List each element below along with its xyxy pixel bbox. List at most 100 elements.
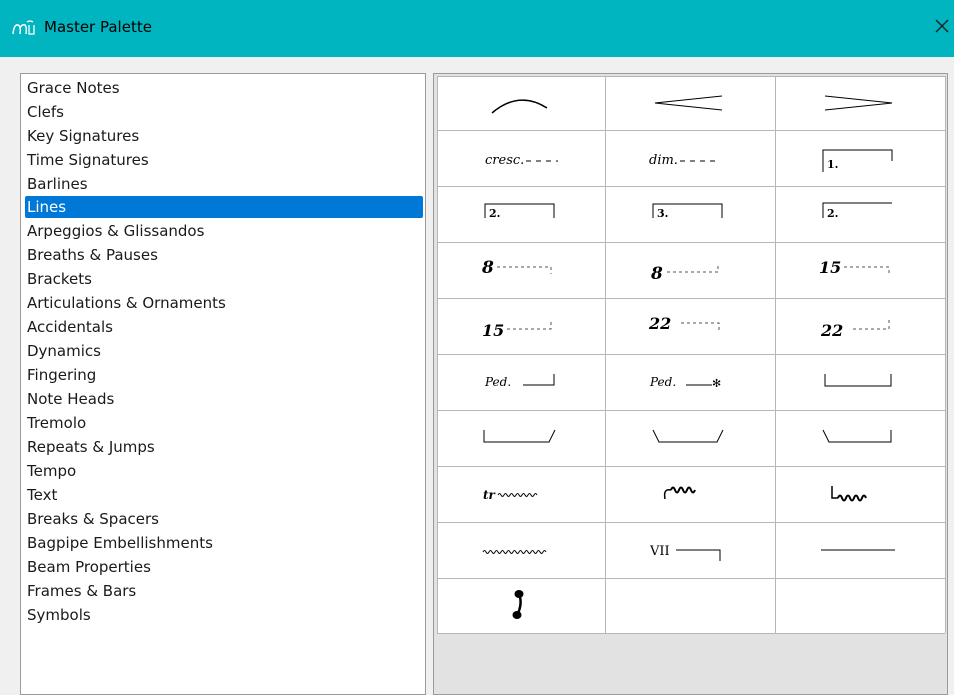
ottava-8vb-number: 8 xyxy=(650,264,663,284)
palette-cell-pedal-bracket-angled-start[interactable] xyxy=(775,410,944,465)
palette-cell-diminuendo-hairpin[interactable] xyxy=(775,76,944,131)
volta-1-icon: 1. xyxy=(822,149,893,172)
upprall-line-icon xyxy=(663,486,696,500)
palette-cell-ottava-22mb[interactable]: 22 xyxy=(775,298,944,353)
ottava-22ma-icon: 22 xyxy=(648,314,720,333)
ottava-22ma-number: 22 xyxy=(648,314,671,333)
cresc-line-icon: cresc. xyxy=(485,153,558,168)
palette-cell-ottava-15mb[interactable]: 15 xyxy=(437,298,606,353)
dim-line-icon: dim. xyxy=(649,153,719,168)
category-key-signatures[interactable]: Key Signatures xyxy=(27,125,139,147)
ottava-8vb-icon: 8 xyxy=(650,264,719,284)
category-arpeggios-glissandos[interactable]: Arpeggios & Glissandos xyxy=(27,220,204,242)
category-frames-bars[interactable]: Frames & Bars xyxy=(27,580,136,602)
palette-cell-ottava-15ma[interactable]: 15 xyxy=(775,242,944,297)
palette-cell-volta-2-open[interactable]: 2. xyxy=(775,186,944,241)
grid-divider xyxy=(437,633,945,634)
pedal-line-icon: Ped. xyxy=(484,374,555,389)
plain-line-icon xyxy=(821,549,895,551)
palette-cell-empty[interactable] xyxy=(775,578,944,633)
volta-1-number: 1. xyxy=(827,158,838,171)
volta-3-number: 3. xyxy=(657,207,668,220)
ottava-15mb-number: 15 xyxy=(482,321,504,340)
category-fingering[interactable]: Fingering xyxy=(27,364,96,386)
palette-cell-pedal-bracket-angled-both[interactable] xyxy=(605,410,774,465)
category-brackets[interactable]: Brackets xyxy=(27,268,92,290)
string-number-line-icon: VII xyxy=(649,544,721,561)
category-text[interactable]: Text xyxy=(27,484,57,506)
palette-cell-volta-1[interactable]: 1. xyxy=(775,130,944,185)
palette-cell-pedal-bracket-angled-end[interactable] xyxy=(437,410,606,465)
palette-cell-cresc-line[interactable]: cresc. xyxy=(437,130,606,185)
pedal-asterisk-text: Ped. xyxy=(649,375,676,389)
volta-2-number: 2. xyxy=(489,207,500,220)
palette-cell-downprall-line[interactable] xyxy=(775,466,944,521)
palette-cell-ottava-22ma[interactable]: 22 xyxy=(605,298,774,353)
palette-cell-pedal-bracket[interactable] xyxy=(775,354,944,409)
ottava-8va-icon: 8 xyxy=(481,258,552,278)
ottava-22mb-number: 22 xyxy=(820,321,843,340)
palette-cell-pedal-line[interactable]: Ped. xyxy=(437,354,606,409)
palette-cell-pedal-asterisk[interactable]: Ped. ✻ xyxy=(605,354,774,409)
crescendo-hairpin-icon xyxy=(654,95,723,111)
dim-text: dim. xyxy=(649,153,678,168)
volta-2-open-icon: 2. xyxy=(822,202,892,220)
category-lines[interactable]: Lines xyxy=(25,196,423,218)
palette-cell-plain-line[interactable] xyxy=(775,522,944,577)
palette-cell-crescendo-hairpin[interactable] xyxy=(605,76,774,131)
pedal-angled-end-icon xyxy=(483,429,556,443)
category-breaths-pauses[interactable]: Breaths & Pauses xyxy=(27,244,158,266)
category-beam-properties[interactable]: Beam Properties xyxy=(27,556,151,578)
pedal-angled-both-icon xyxy=(652,429,724,443)
window-title: Master Palette xyxy=(44,18,152,36)
ottava-15ma-icon: 15 xyxy=(819,258,890,277)
category-breaks-spacers[interactable]: Breaks & Spacers xyxy=(27,508,159,530)
palette-cell-fermata-staff-text[interactable] xyxy=(437,578,606,633)
downprall-line-icon xyxy=(831,486,867,502)
palette-cell-prallprall-line[interactable] xyxy=(437,522,606,577)
pedal-bracket-icon xyxy=(824,374,892,387)
ottava-15mb-icon: 15 xyxy=(482,320,552,340)
ottava-15ma-number: 15 xyxy=(819,258,841,277)
palette-cell-upprall-line[interactable] xyxy=(605,466,774,521)
palette-cell-dim-line[interactable]: dim. xyxy=(605,130,774,185)
category-dynamics[interactable]: Dynamics xyxy=(27,340,101,362)
slur-icon xyxy=(491,99,548,114)
pedal-asterisk-icon: Ped. ✻ xyxy=(649,375,721,390)
palette-cell-empty[interactable] xyxy=(605,578,774,633)
cresc-text: cresc. xyxy=(485,153,524,168)
pedal-text: Ped. xyxy=(484,375,511,389)
category-time-signatures[interactable]: Time Signatures xyxy=(27,149,149,171)
category-barlines[interactable]: Barlines xyxy=(27,173,88,195)
palette-cell-string-number-line[interactable]: VII xyxy=(605,522,774,577)
title-bar: Master Palette xyxy=(0,0,954,57)
category-grace-notes[interactable]: Grace Notes xyxy=(27,77,120,99)
volta-2-closed-icon: 2. xyxy=(484,203,555,220)
palette-cell-ottava-8va[interactable]: 8 xyxy=(437,242,606,297)
palette-cell-slur[interactable] xyxy=(437,76,606,131)
palette-category-list[interactable]: Grace Notes Clefs Key Signatures Time Si… xyxy=(20,73,426,695)
category-clefs[interactable]: Clefs xyxy=(27,101,64,123)
grid-divider xyxy=(945,76,946,633)
category-tremolo[interactable]: Tremolo xyxy=(27,412,86,434)
volta-2-open-number: 2. xyxy=(827,207,838,220)
category-accidentals[interactable]: Accidentals xyxy=(27,316,113,338)
palette-cell-volta-2[interactable]: 2. xyxy=(437,186,606,241)
prallprall-line-icon xyxy=(482,550,547,554)
close-icon[interactable] xyxy=(930,14,954,38)
category-articulations-ornaments[interactable]: Articulations & Ornaments xyxy=(27,292,226,314)
ottava-22mb-icon: 22 xyxy=(820,320,890,340)
category-repeats-jumps[interactable]: Repeats & Jumps xyxy=(27,436,155,458)
palette-cell-volta-3[interactable]: 3. xyxy=(605,186,774,241)
fermata-staff-text-icon xyxy=(512,590,524,619)
musescore-app-icon xyxy=(12,20,35,35)
palette-cell-trill-line[interactable]: tr xyxy=(437,466,606,521)
string-number-text: VII xyxy=(649,544,670,559)
category-note-heads[interactable]: Note Heads xyxy=(27,388,114,410)
pedal-angled-start-icon xyxy=(822,429,892,443)
category-symbols[interactable]: Symbols xyxy=(27,604,91,626)
trill-text: tr xyxy=(483,488,497,502)
palette-cell-ottava-8vb[interactable]: 8 xyxy=(605,242,774,297)
category-tempo[interactable]: Tempo xyxy=(27,460,76,482)
category-bagpipe-embellishments[interactable]: Bagpipe Embellishments xyxy=(27,532,213,554)
